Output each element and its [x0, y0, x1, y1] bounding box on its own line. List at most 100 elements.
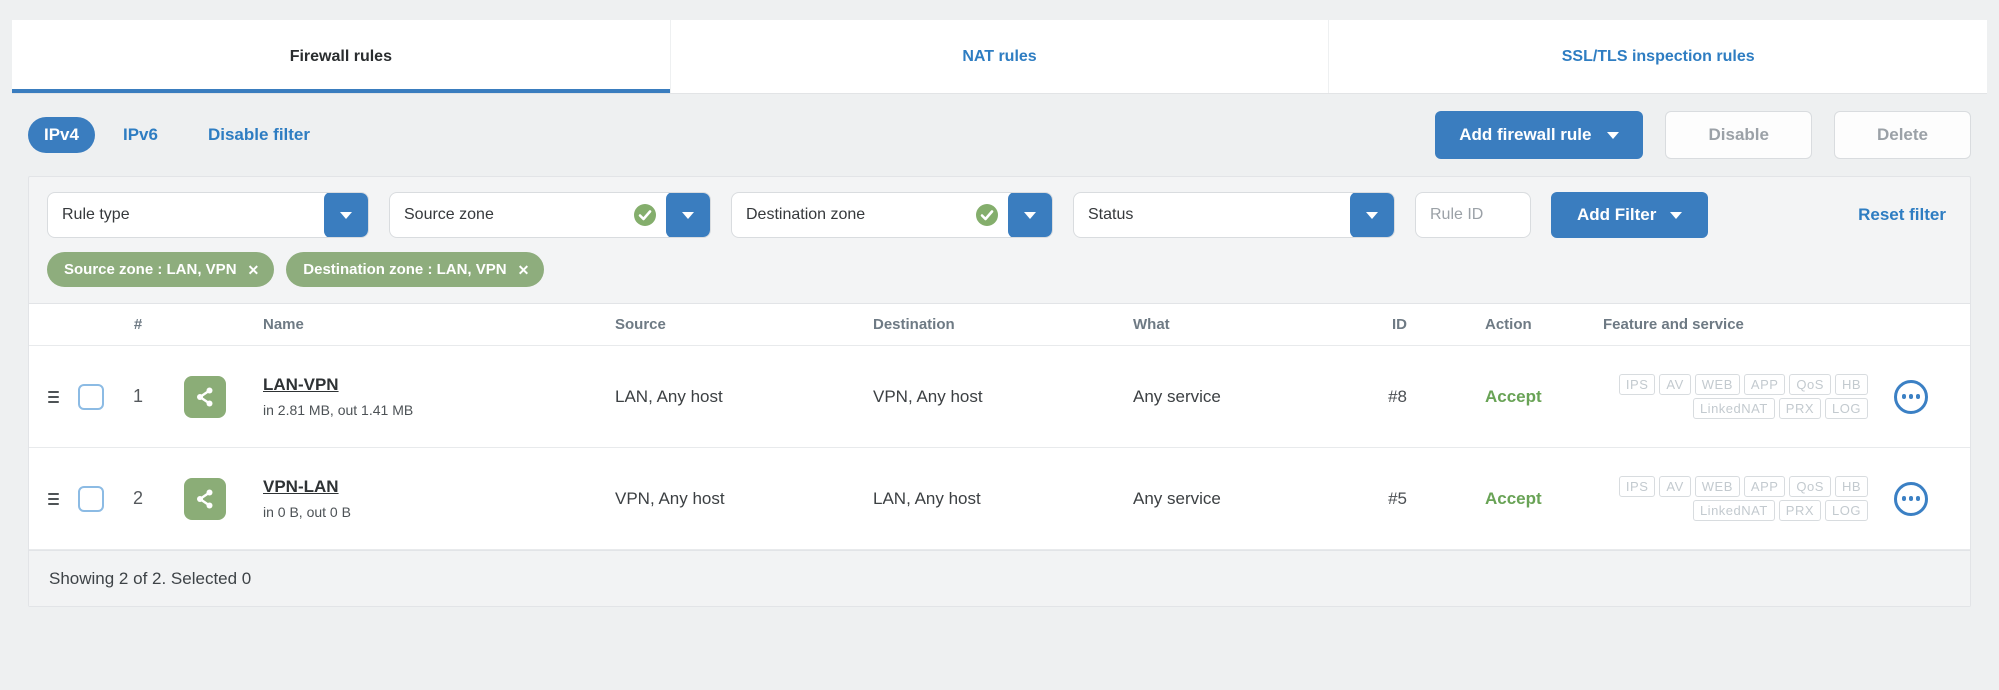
badge-ips: IPS: [1618, 374, 1656, 395]
row-menu-ellipsis-icon[interactable]: [1894, 379, 1928, 414]
rule-destination: LAN, Any host: [873, 488, 981, 508]
rule-what: Any service: [1133, 386, 1221, 406]
badge-prx: PRX: [1778, 500, 1822, 521]
disable-filter-link[interactable]: Disable filter: [208, 125, 310, 145]
badge-linkednat: LinkedNAT: [1692, 398, 1775, 419]
header-source: Source: [615, 316, 666, 333]
chevron-down-icon[interactable]: [1008, 193, 1052, 237]
tab-bar: Firewall rules NAT rules SSL/TLS inspect…: [12, 20, 1987, 94]
drag-handle-icon[interactable]: [29, 492, 69, 505]
tab-firewall-rules[interactable]: Firewall rules: [12, 20, 670, 93]
header-number: #: [133, 316, 143, 333]
badge-ips: IPS: [1618, 476, 1656, 497]
badge-hb: HB: [1834, 374, 1868, 395]
row-checkbox[interactable]: [78, 485, 104, 512]
row-menu-ellipsis-icon[interactable]: [1894, 481, 1928, 516]
rule-what: Any service: [1133, 488, 1221, 508]
rule-type-dropdown[interactable]: Rule type: [47, 192, 369, 238]
filter-chip-source-zone: Source zone : LAN, VPN ✕: [47, 252, 275, 287]
badge-log: LOG: [1825, 500, 1868, 521]
badge-web: WEB: [1694, 374, 1740, 395]
source-zone-label: Source zone: [404, 206, 494, 223]
delete-button[interactable]: Delete: [1833, 111, 1971, 159]
rule-name-link[interactable]: VPN-LAN: [263, 477, 339, 497]
destination-zone-label: Destination zone: [746, 206, 866, 223]
tab-label: SSL/TLS inspection rules: [1561, 47, 1755, 65]
close-icon[interactable]: ✕: [518, 263, 530, 277]
check-circle-icon: [975, 203, 999, 227]
firewall-rules-table: # Name Source Destination What ID Action…: [29, 303, 1970, 606]
disable-button[interactable]: Disable: [1665, 111, 1812, 159]
close-icon[interactable]: ✕: [248, 263, 260, 277]
tab-nat-rules[interactable]: NAT rules: [669, 20, 1329, 93]
chevron-down-icon: [1670, 211, 1683, 219]
chevron-down-icon[interactable]: [1350, 193, 1394, 237]
header-what: What: [1133, 316, 1170, 333]
tab-label: Firewall rules: [289, 47, 392, 65]
badge-log: LOG: [1825, 398, 1868, 419]
chip-label: Source zone : LAN, VPN: [64, 261, 237, 278]
rule-destination: VPN, Any host: [873, 386, 983, 406]
table-header: # Name Source Destination What ID Action…: [29, 304, 1970, 346]
drag-handle-icon[interactable]: [29, 390, 69, 403]
rule-source: LAN, Any host: [615, 386, 723, 406]
add-filter-button[interactable]: Add Filter: [1551, 192, 1709, 238]
rule-action-status: Accept: [1485, 488, 1542, 508]
destination-zone-dropdown[interactable]: Destination zone: [731, 192, 1053, 238]
table-footer: Showing 2 of 2. Selected 0: [29, 550, 1970, 606]
reset-filter-link[interactable]: Reset filter: [1858, 205, 1952, 225]
filter-row: Rule type Source zone Destination zone S…: [29, 177, 1970, 238]
badge-hb: HB: [1834, 476, 1868, 497]
showing-count-text: Showing 2 of 2. Selected 0: [49, 568, 252, 588]
rule-traffic-stats: in 2.81 MB, out 1.41 MB: [263, 402, 414, 418]
chevron-down-icon[interactable]: [324, 193, 368, 237]
filter-chip-destination-zone: Destination zone : LAN, VPN ✕: [286, 252, 545, 287]
feature-badges: IPS AV WEB APP QoS HB LinkedNAT PRX LOG: [1618, 476, 1868, 521]
badge-prx: PRX: [1778, 398, 1822, 419]
check-circle-icon: [633, 203, 657, 227]
header-name: Name: [263, 316, 304, 333]
chevron-down-icon: [1607, 131, 1620, 139]
rule-id-input[interactable]: [1415, 192, 1531, 238]
row-number: 2: [132, 488, 143, 508]
badge-av: AV: [1659, 374, 1691, 395]
toolbar: IPv4 IPv6 Disable filter Add firewall ru…: [28, 94, 1971, 176]
badge-linkednat: LinkedNAT: [1692, 500, 1775, 521]
table-row: 2 VPN-LAN in 0 B, out 0 B VPN, Any host …: [29, 448, 1970, 550]
header-feature-and-service: Feature and service: [1603, 316, 1744, 333]
ipv4-toggle[interactable]: IPv4: [28, 117, 95, 153]
chevron-down-icon[interactable]: [666, 193, 710, 237]
add-filter-label: Add Filter: [1577, 205, 1657, 224]
add-firewall-rule-label: Add firewall rule: [1459, 125, 1592, 144]
share-icon: [184, 375, 226, 418]
rule-traffic-stats: in 0 B, out 0 B: [263, 504, 351, 520]
header-destination: Destination: [873, 316, 955, 333]
tab-ssl-tls-inspection-rules[interactable]: SSL/TLS inspection rules: [1328, 20, 1987, 93]
feature-badges: IPS AV WEB APP QoS HB LinkedNAT PRX LOG: [1618, 374, 1868, 419]
badge-qos: QoS: [1789, 374, 1831, 395]
rule-name-link[interactable]: LAN-VPN: [263, 375, 339, 395]
badge-app: APP: [1743, 476, 1786, 497]
tab-label: NAT rules: [962, 47, 1037, 65]
badge-app: APP: [1743, 374, 1786, 395]
rules-panel: Rule type Source zone Destination zone S…: [28, 176, 1971, 607]
rule-id: #8: [1388, 386, 1407, 406]
ipv6-toggle[interactable]: IPv6: [123, 125, 158, 145]
rule-source: VPN, Any host: [615, 488, 725, 508]
active-filter-chips: Source zone : LAN, VPN ✕ Destination zon…: [29, 238, 1970, 303]
badge-av: AV: [1659, 476, 1691, 497]
badge-qos: QoS: [1789, 476, 1831, 497]
source-zone-dropdown[interactable]: Source zone: [389, 192, 711, 238]
rule-id: #5: [1388, 488, 1407, 508]
chip-label: Destination zone : LAN, VPN: [303, 261, 507, 278]
add-firewall-rule-button[interactable]: Add firewall rule: [1435, 111, 1644, 159]
status-dropdown[interactable]: Status: [1073, 192, 1395, 238]
table-row: 1 LAN-VPN in 2.81 MB, out 1.41 MB LAN, A…: [29, 346, 1970, 448]
rule-action-status: Accept: [1485, 386, 1542, 406]
status-label: Status: [1088, 206, 1134, 223]
row-number: 1: [132, 386, 143, 406]
share-icon: [184, 477, 226, 520]
header-action: Action: [1485, 316, 1532, 333]
row-checkbox[interactable]: [78, 383, 104, 410]
rule-type-label: Rule type: [62, 206, 130, 223]
